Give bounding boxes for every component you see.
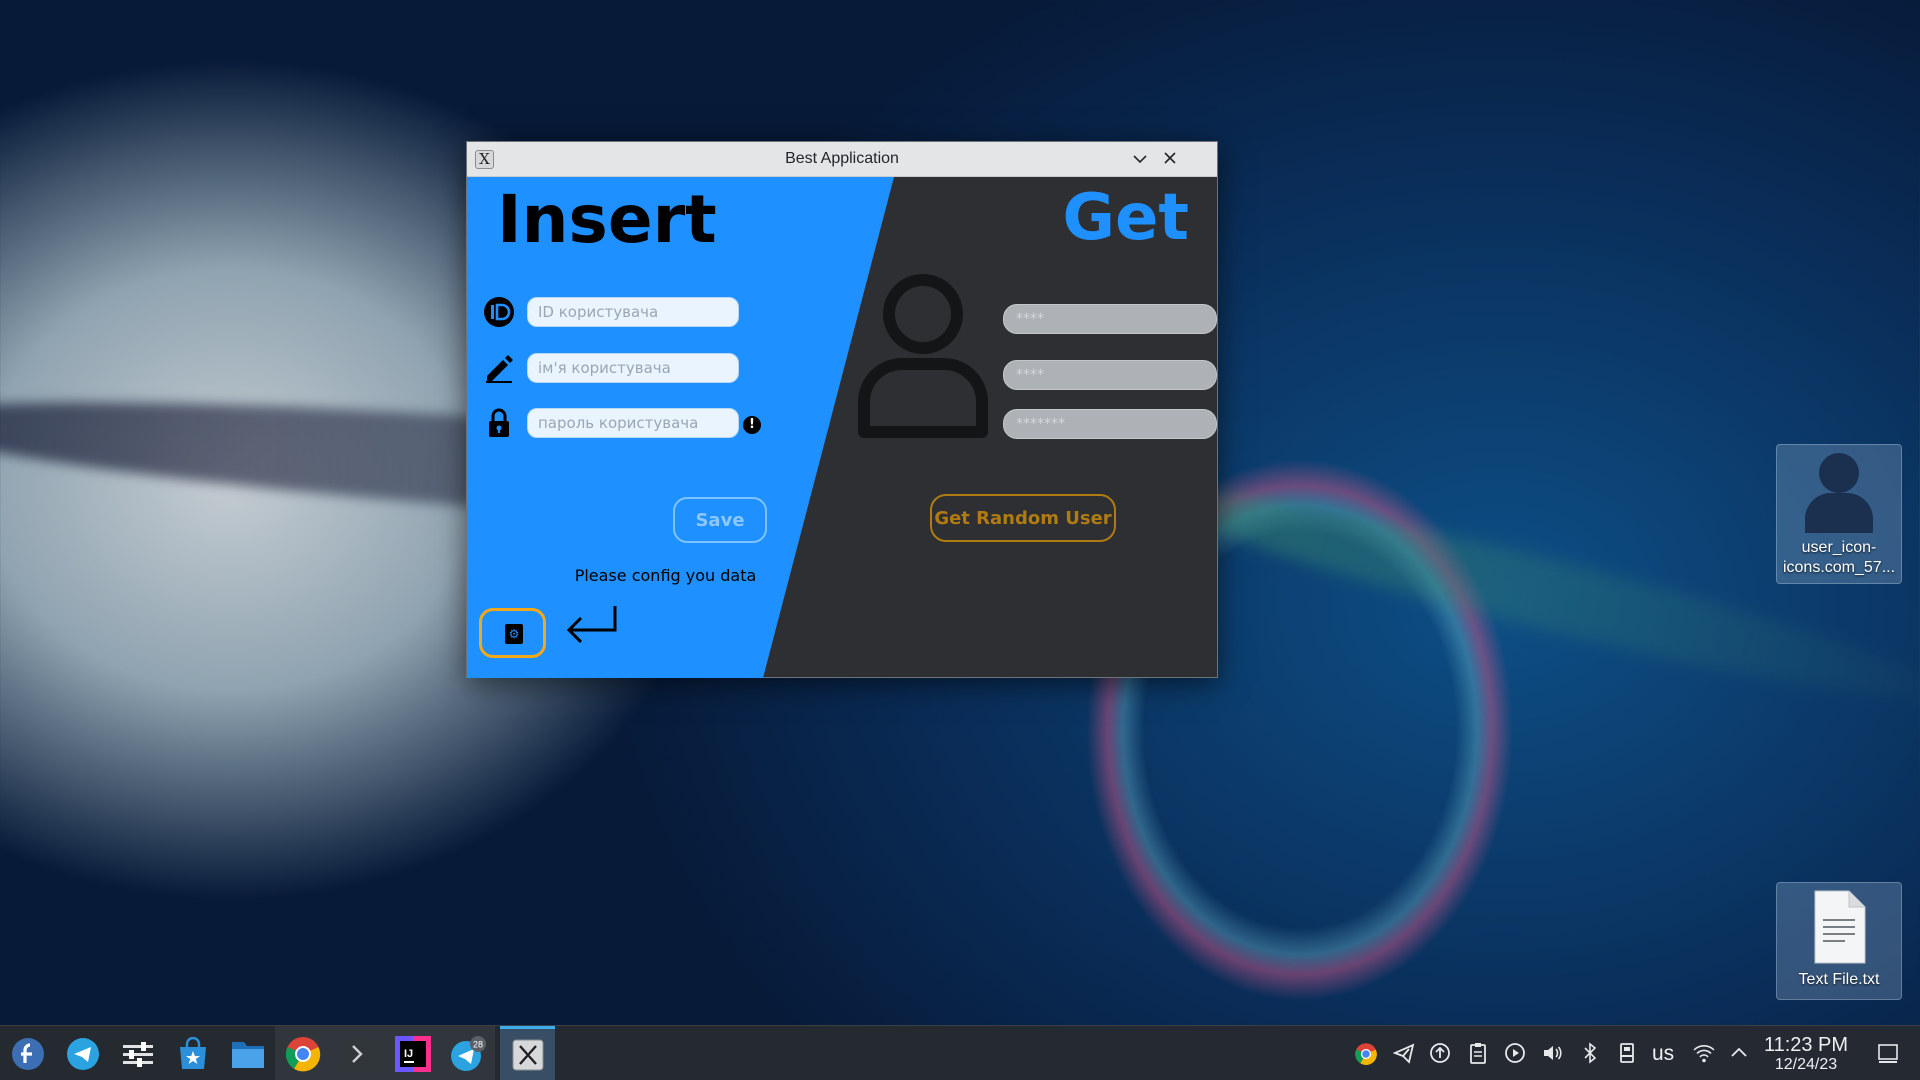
clock-time: 11:23 PM <box>1763 1034 1849 1056</box>
gear-icon: ⚙ <box>505 624 523 644</box>
get-user-name-field: **** <box>1003 360 1217 390</box>
minimize-button[interactable] <box>1129 148 1151 170</box>
digital-clock[interactable]: 11:23 PM 12/24/23 <box>1758 1034 1854 1074</box>
window-content: Insert Get ! Save Please config you data <box>467 177 1217 678</box>
svg-text:IJ: IJ <box>404 1048 413 1060</box>
terminal-icon <box>341 1037 374 1070</box>
get-random-user-button[interactable]: Get Random User <box>930 494 1116 542</box>
close-icon <box>1164 152 1176 164</box>
taskbar-best-application[interactable] <box>500 1026 555 1080</box>
get-user-id-field: **** <box>1003 304 1217 334</box>
clock-date: 12/24/23 <box>1774 1056 1838 1073</box>
telegram-chat-icon: 28 <box>450 1035 486 1071</box>
tray-expand-icon[interactable] <box>1727 1042 1751 1066</box>
warning-icon[interactable]: ! <box>743 416 761 434</box>
file-manager-icon <box>231 1041 264 1068</box>
taskbar-terminal[interactable] <box>330 1026 385 1080</box>
desktop-icon-label: Text File.txt <box>1798 971 1880 988</box>
chrome-icon <box>285 1036 320 1071</box>
tray-update-icon[interactable] <box>1428 1042 1452 1066</box>
taskbar-intellij[interactable]: IJ <box>385 1026 440 1080</box>
tray-storage-icon[interactable] <box>1615 1042 1639 1066</box>
taskbar-file-manager[interactable] <box>220 1026 275 1080</box>
desktop-icon-text-file[interactable]: Text File.txt <box>1776 882 1902 1000</box>
window-title: Best Application <box>785 150 899 167</box>
user-name-input[interactable] <box>527 353 739 383</box>
chevron-down-icon <box>1133 155 1147 164</box>
tray-bluetooth-icon[interactable] <box>1578 1042 1602 1066</box>
insert-heading: Insert <box>497 181 717 258</box>
text-file-icon <box>1814 890 1866 964</box>
lock-icon <box>489 408 509 437</box>
taskbar-telegram-chat[interactable]: 28 <box>440 1026 495 1080</box>
tray-telegram-icon[interactable] <box>1392 1042 1416 1066</box>
app-window: X Best Application Insert Get ID користу… <box>466 141 1218 678</box>
discover-store-icon <box>179 1036 206 1069</box>
status-message: Please config you data <box>574 566 757 585</box>
tray-volume-icon[interactable] <box>1540 1042 1564 1066</box>
user-avatar-icon <box>858 274 988 438</box>
java-x-app-icon <box>512 1039 543 1071</box>
taskbar-discover[interactable] <box>165 1026 220 1080</box>
tray-chrome-icon[interactable] <box>1354 1042 1378 1066</box>
user-id-input[interactable] <box>527 297 739 327</box>
tray-media-play-icon[interactable] <box>1503 1042 1527 1066</box>
window-titlebar[interactable]: X Best Application <box>467 142 1217 177</box>
intellij-icon: IJ <box>394 1035 431 1072</box>
save-button[interactable]: Save <box>673 497 767 543</box>
taskbar-chrome[interactable] <box>275 1026 330 1080</box>
system-settings-icon <box>122 1041 153 1067</box>
user-password-input[interactable] <box>527 408 739 438</box>
pencil-icon <box>486 355 513 383</box>
unread-badge: 28 <box>472 1039 482 1049</box>
application-launcher-button[interactable] <box>0 1026 55 1080</box>
desktop-icon-user-image[interactable]: user_icon- icons.com_57... <box>1776 444 1902 584</box>
telegram-icon <box>66 1037 99 1070</box>
keyboard-layout-indicator[interactable]: us <box>1652 1042 1674 1066</box>
show-desktop-button[interactable] <box>1876 1042 1900 1066</box>
tray-wifi-icon[interactable] <box>1692 1042 1716 1066</box>
get-heading: Get <box>1062 181 1189 255</box>
tray-clipboard-icon[interactable] <box>1466 1042 1490 1066</box>
show-desktop-icon <box>1878 1044 1898 1063</box>
taskbar-system-settings[interactable] <box>110 1026 165 1080</box>
fedora-launcher-icon <box>11 1037 44 1070</box>
desktop-icon-label: icons.com_57... <box>1782 559 1896 576</box>
user-image-icon <box>1805 453 1873 533</box>
taskbar: IJ 28 us 11:23 PM 12/24/23 <box>0 1025 1920 1080</box>
settings-button[interactable]: ⚙ <box>479 608 546 658</box>
id-icon <box>484 297 514 327</box>
close-button[interactable] <box>1159 148 1181 170</box>
get-user-password-field: ******* <box>1003 409 1217 439</box>
taskbar-telegram[interactable] <box>55 1026 110 1080</box>
return-arrow-icon[interactable] <box>563 604 621 650</box>
